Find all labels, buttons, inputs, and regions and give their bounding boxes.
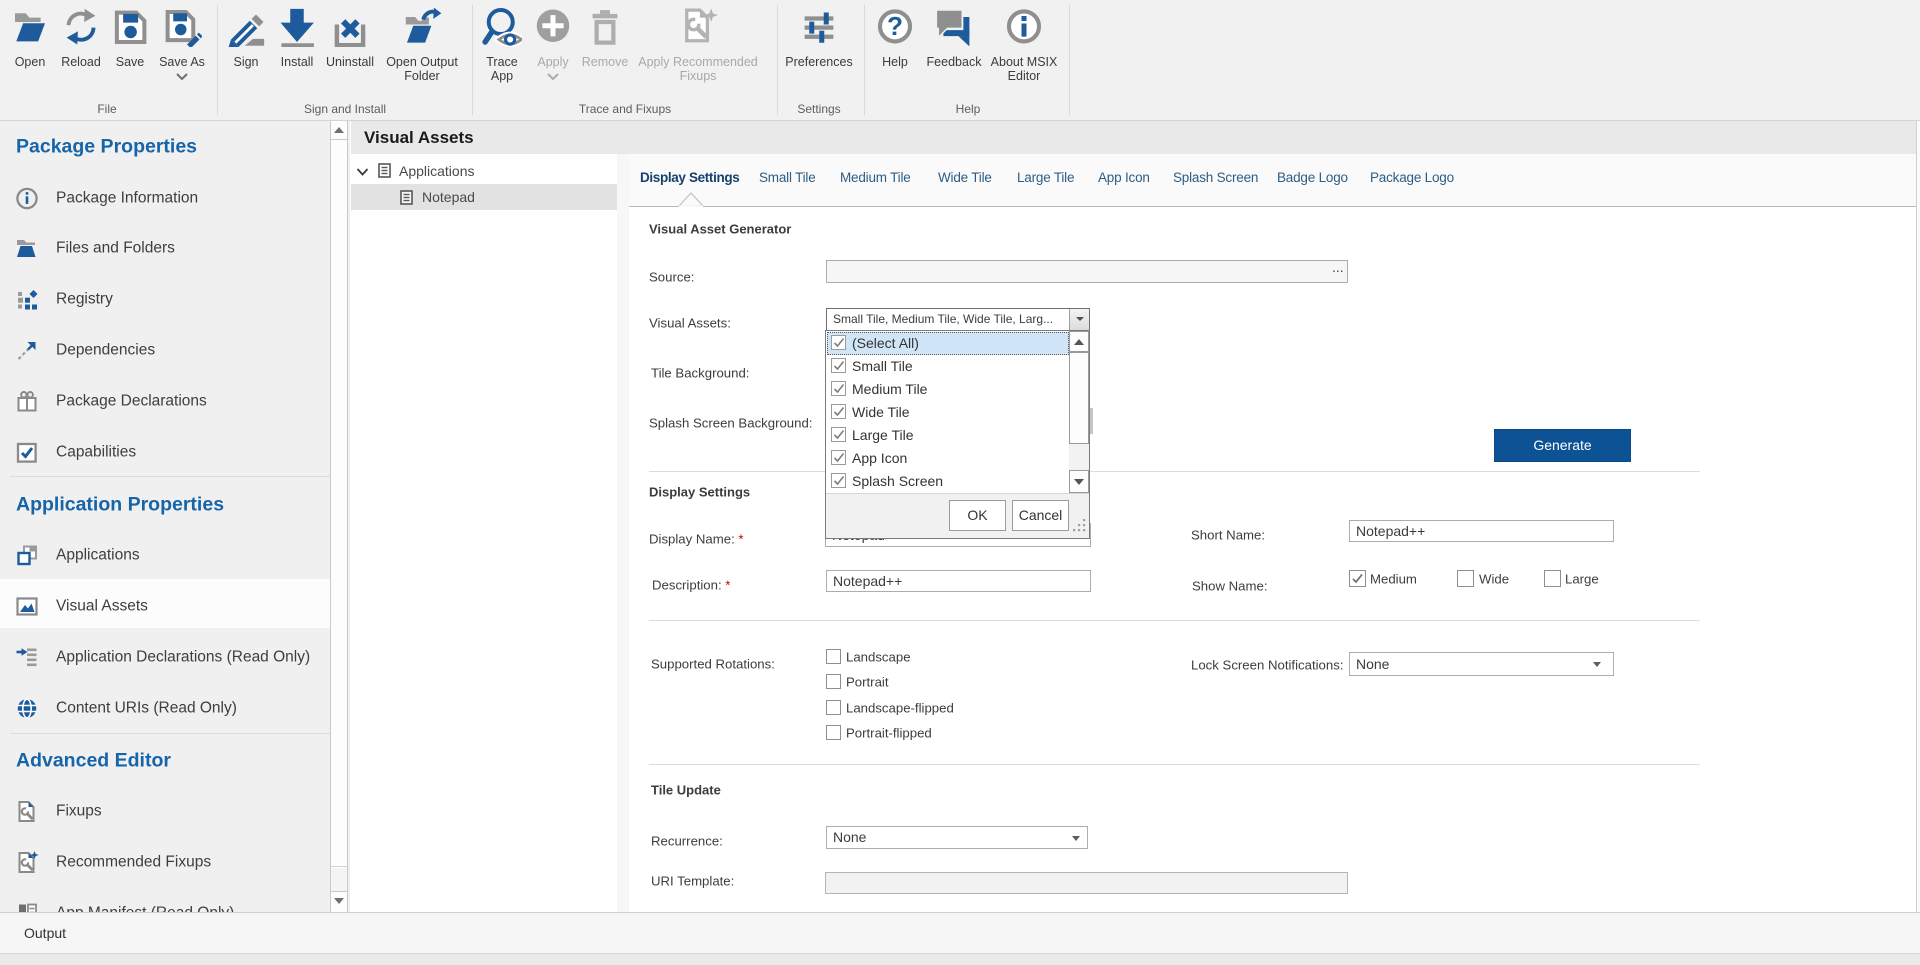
svg-text:?: ?: [887, 11, 903, 41]
